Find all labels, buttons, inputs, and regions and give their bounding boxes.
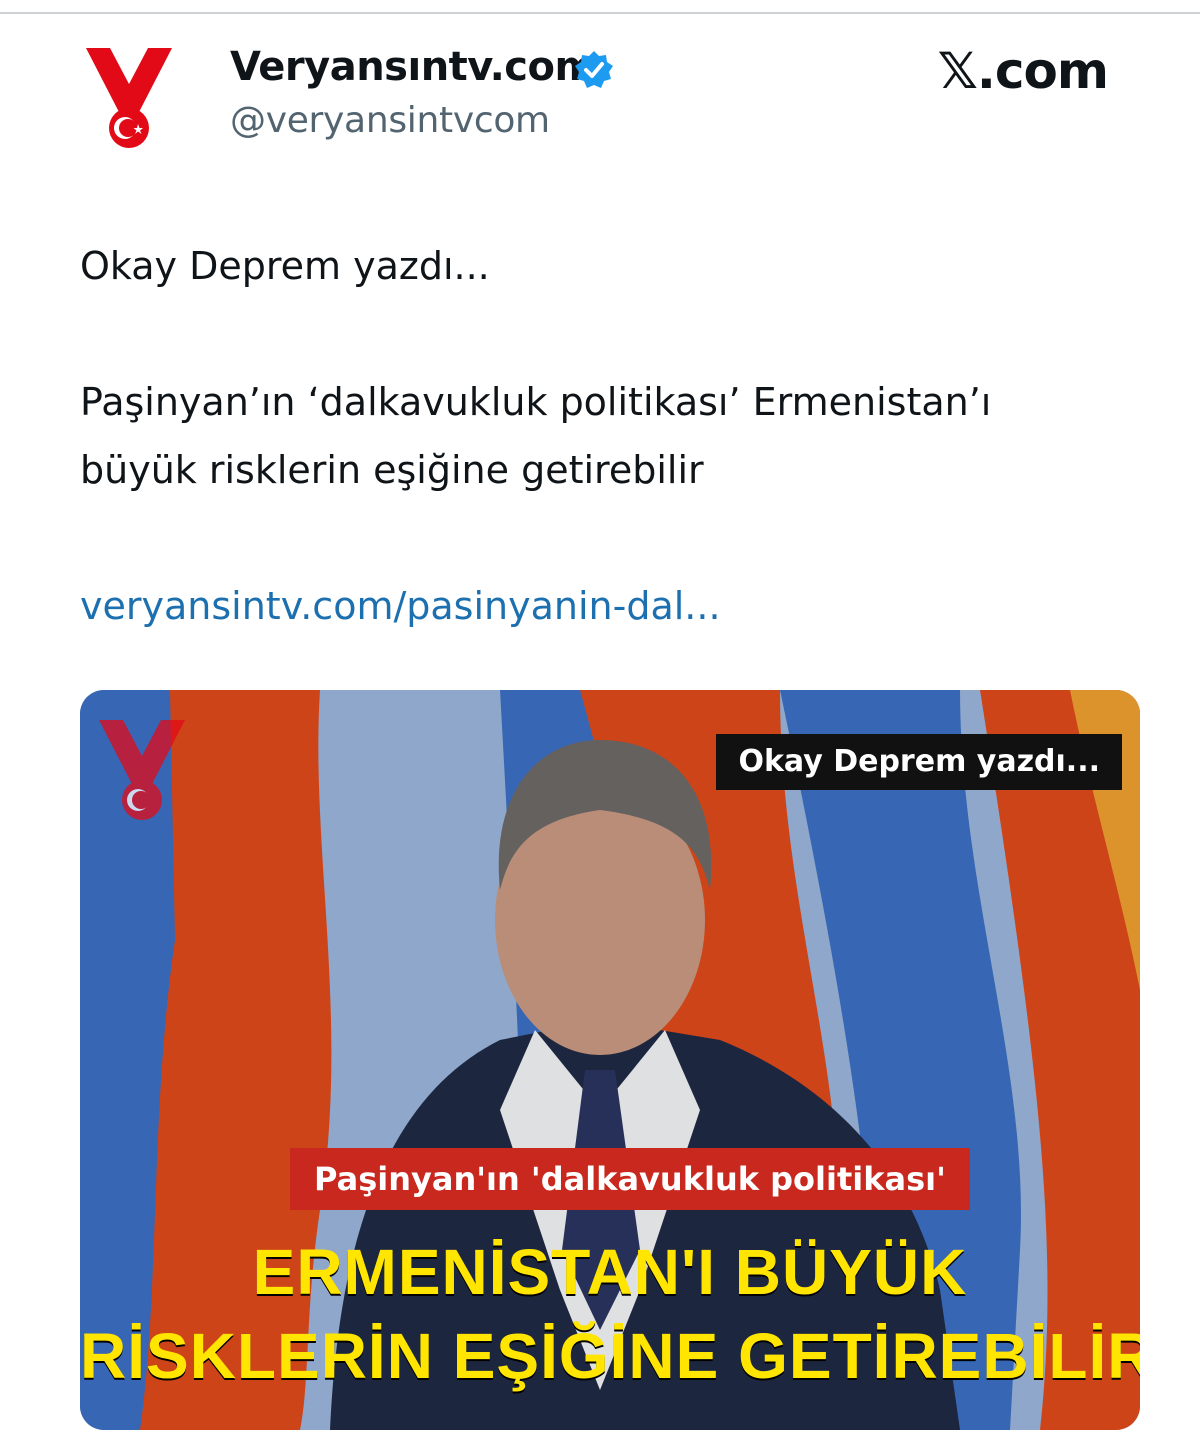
tweet-link[interactable]: veryansintv.com/pasinyanin-dal... bbox=[80, 572, 1140, 640]
media-kicker: Okay Deprem yazdı... bbox=[716, 734, 1122, 790]
media-headline-line-1: ERMENİSTAN'I BÜYÜK bbox=[252, 1236, 968, 1308]
veryansin-logo-avatar[interactable] bbox=[80, 32, 178, 152]
top-divider bbox=[0, 12, 1200, 14]
media-red-band: Paşinyan'ın 'dalkavukluk politikası' bbox=[290, 1148, 970, 1210]
tweet-media-card[interactable]: Okay Deprem yazdı... Paşinyan'ın 'dalkav… bbox=[80, 690, 1140, 1430]
tweet-line-intro: Okay Deprem yazdı... bbox=[80, 244, 490, 288]
verified-badge-icon bbox=[575, 51, 613, 88]
tweet-line-headline: Paşinyan’ın ‘dalkavukluk politikası’ Erm… bbox=[80, 380, 992, 492]
media-headline-line-2: RİSKLERİN EŞİĞİNE GETİREBİLİR bbox=[80, 1320, 1140, 1392]
tweet-body: Okay Deprem yazdı... Paşinyan’ın ‘dalkav… bbox=[80, 232, 1140, 640]
author-name[interactable]: Veryansıntv.com bbox=[230, 44, 596, 90]
x-brand-logo[interactable]: 𝕏.com bbox=[938, 42, 1109, 100]
watermark-logo bbox=[99, 720, 185, 820]
media-headline: ERMENİSTAN'I BÜYÜK RİSKLERİN EŞİĞİNE GET… bbox=[80, 1230, 1140, 1398]
author-handle[interactable]: @veryansintvcom bbox=[230, 100, 550, 141]
